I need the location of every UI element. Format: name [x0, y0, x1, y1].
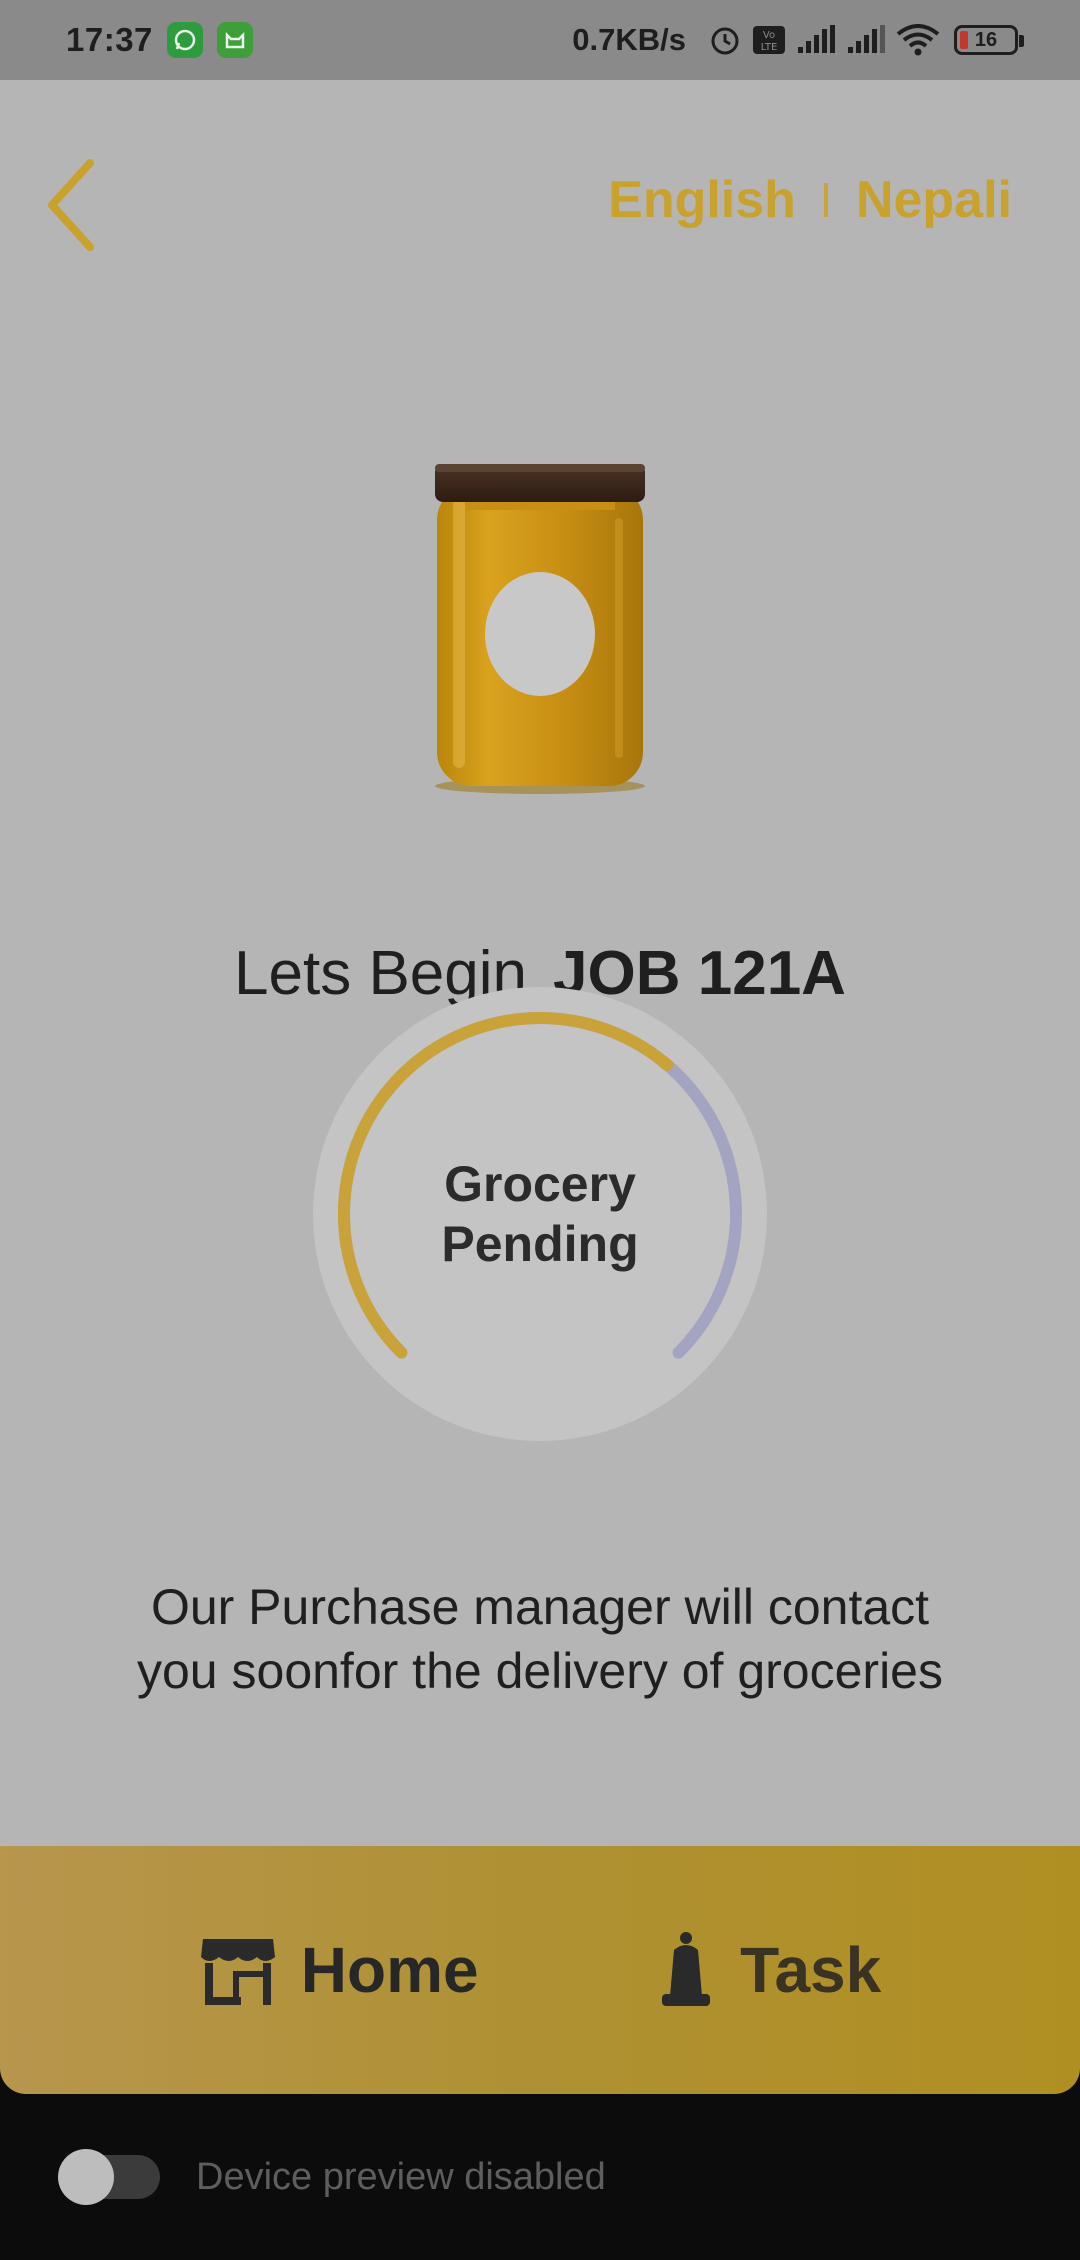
progress-status-label: Grocery Pending: [313, 987, 767, 1441]
status-left: 17:37: [66, 21, 253, 59]
chevron-left-icon: [48, 159, 94, 251]
delivery-message-line2: you soonfor the delivery of groceries: [137, 1643, 943, 1699]
store-icon: [199, 1935, 277, 2005]
progress-status-line2: Pending: [441, 1216, 639, 1272]
battery-icon: 16: [954, 25, 1024, 55]
nav-task-label: Task: [740, 1934, 882, 2006]
back-button[interactable]: [30, 155, 110, 255]
signal-icon-2: [846, 25, 886, 55]
delivery-message-line1: Our Purchase manager will contact: [150, 1579, 930, 1635]
battery-level: [960, 31, 968, 49]
signal-icon: [796, 25, 836, 55]
delivery-message: Our Purchase manager will contact you so…: [0, 1575, 1080, 1703]
language-divider: [823, 183, 828, 217]
device-preview-bar: Device preview disabled: [0, 2094, 1080, 2260]
svg-text:LTE: LTE: [761, 42, 778, 53]
language-nepali-link[interactable]: Nepali: [856, 170, 1012, 230]
honey-jar-image: [435, 464, 645, 794]
wifi-icon: [896, 24, 940, 56]
volte-icon: Vo LTE: [752, 25, 786, 55]
status-bar: 17:37 0.7KB/s Vo LTE 16: [0, 0, 1080, 80]
device-preview-label: Device preview disabled: [196, 2155, 606, 2198]
battery-percent: 16: [974, 28, 998, 51]
device-preview-toggle[interactable]: [58, 2149, 160, 2205]
job-screen: English Nepali Lets Begin JOB 121A Groce…: [0, 80, 1080, 1848]
alarm-icon: [708, 23, 742, 57]
language-english-link[interactable]: English: [608, 170, 796, 230]
grocery-progress-indicator: Grocery Pending: [313, 987, 767, 1441]
progress-status-line1: Grocery: [444, 1156, 636, 1212]
nav-task-button[interactable]: Task: [656, 1930, 881, 2010]
status-right: 0.7KB/s Vo LTE 16: [572, 22, 1024, 58]
cat-app-icon: [216, 22, 253, 58]
nav-home-label: Home: [300, 1934, 479, 2006]
status-time: 17:37: [66, 21, 153, 58]
nav-home-button[interactable]: Home: [199, 1933, 479, 2007]
bell-icon: [656, 1930, 716, 2010]
toggle-knob: [58, 2149, 114, 2205]
svg-text:Vo: Vo: [763, 30, 775, 41]
bottom-navigation: Home Task: [0, 1846, 1080, 2094]
language-switcher: English Nepali: [608, 170, 1012, 230]
whatsapp-icon: [166, 22, 203, 58]
network-speed: 0.7KB/s: [572, 22, 686, 57]
